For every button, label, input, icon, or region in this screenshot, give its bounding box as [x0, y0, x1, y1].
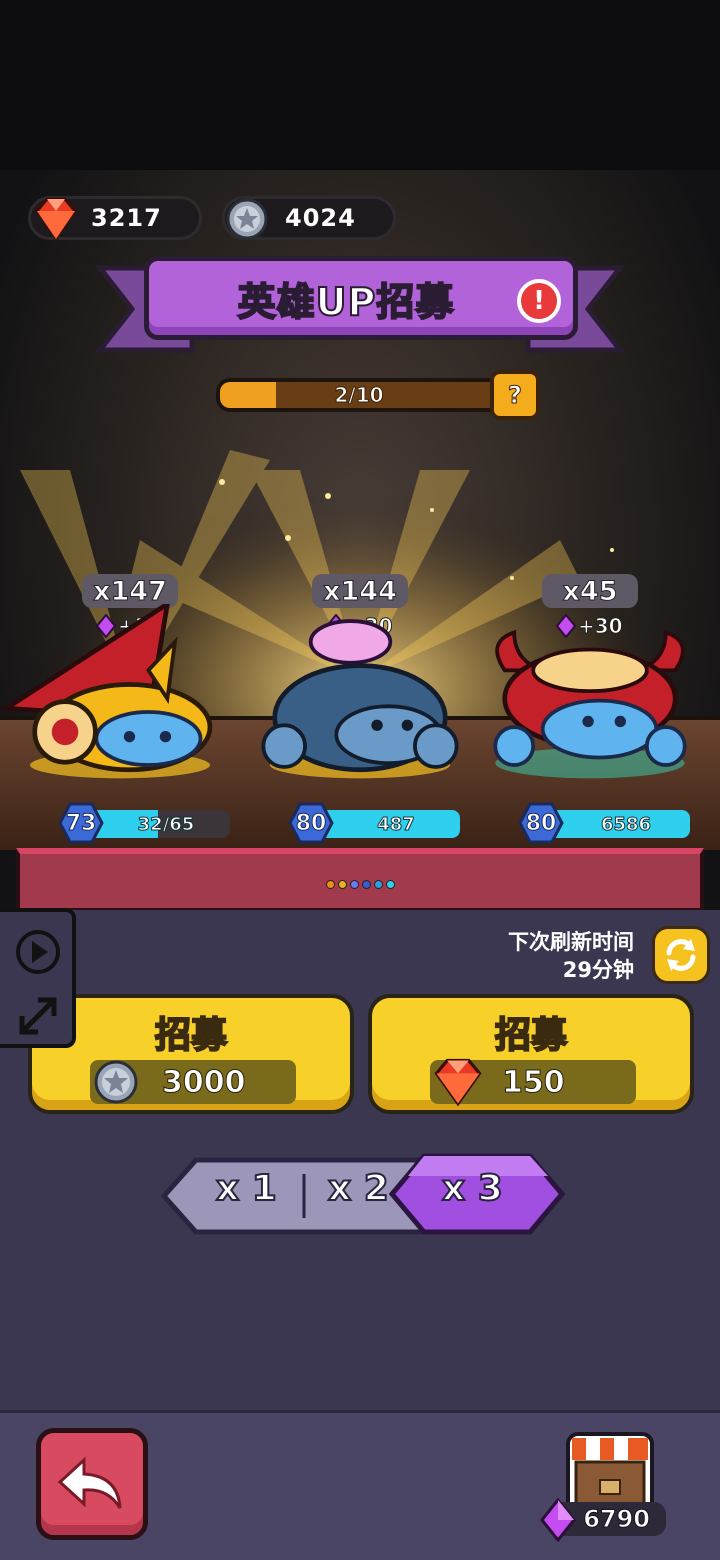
hero-count: x144: [312, 574, 408, 608]
page-dot[interactable]: [338, 880, 347, 889]
page-dot[interactable]: [326, 880, 335, 889]
recruit-cost: 3000: [90, 1060, 296, 1104]
refresh-icon: [666, 939, 696, 971]
hp-bar: 487: [318, 810, 460, 838]
hero-portrait-horned: [493, 629, 687, 779]
multiplier-x1[interactable]: x 1: [215, 1167, 278, 1210]
hero-portrait-knight: [0, 604, 213, 779]
refresh-button[interactable]: [652, 926, 710, 984]
recruit-label: 招募: [154, 1014, 228, 1057]
recruit-silver-button[interactable]: 招募 3000: [28, 994, 354, 1114]
level-badge: 80: [518, 802, 564, 844]
level-badge: 80: [288, 802, 334, 844]
ruby-gem-icon: [434, 1058, 482, 1107]
hero-up-recruit-banner: 英雄UP招募 !: [144, 256, 578, 340]
refresh-time: 29分钟: [562, 958, 634, 982]
refresh-label: 下次刷新时间: [508, 930, 634, 954]
question-icon: ?: [508, 381, 523, 410]
expand-icon[interactable]: [14, 992, 62, 1040]
alert-symbol: !: [533, 286, 545, 316]
multiplier-x3[interactable]: x 3: [441, 1167, 504, 1210]
recruit-cost: 150: [430, 1058, 636, 1107]
exclamation-icon[interactable]: !: [517, 279, 561, 323]
hp-bar-text: 32/65: [137, 813, 195, 835]
gem-balance-value: 6790: [583, 1505, 651, 1534]
hp-bar-text: 487: [377, 813, 416, 835]
hero-count: x45: [542, 574, 638, 608]
level-value: 80: [295, 810, 327, 836]
hp-bar-text: 6586: [600, 813, 652, 835]
recruit-progress-bar: 2/10: [216, 378, 502, 412]
recruit-label: 招募: [494, 1014, 568, 1057]
page-indicator-dots[interactable]: [326, 880, 395, 889]
silver-star-coin-icon: [94, 1060, 138, 1104]
recruit-cost-value: 3000: [162, 1064, 246, 1100]
hp-bar: 6586: [548, 810, 690, 838]
silver-amount: 4024: [285, 204, 356, 232]
back-arrow-icon: [57, 1456, 122, 1509]
page-dot[interactable]: [362, 880, 371, 889]
multiplier-x2[interactable]: x 2: [327, 1167, 390, 1210]
recruit-cost-value: 150: [502, 1064, 566, 1100]
hero-level-hp: 73 32/65: [58, 802, 232, 844]
level-value: 80: [525, 810, 557, 836]
silver-star-coin-icon: [226, 198, 268, 240]
banner-title: 英雄UP招募: [237, 279, 455, 325]
page-dot[interactable]: [350, 880, 359, 889]
hero-portrait-crowned: [261, 619, 459, 779]
page-dot[interactable]: [386, 880, 395, 889]
hero-level-hp: 80 487: [288, 802, 462, 844]
ruby-amount: 3217: [91, 204, 162, 232]
play-icon[interactable]: [14, 928, 62, 976]
level-value: 73: [65, 810, 97, 836]
ruby-currency: 3217: [28, 196, 202, 242]
recruit-ruby-button[interactable]: 招募 150: [368, 994, 694, 1114]
help-button[interactable]: ?: [490, 370, 540, 420]
hero-count: x147: [82, 574, 178, 608]
hero-level-hp: 80 6586: [518, 802, 692, 844]
ruby-gem-icon: [35, 197, 77, 242]
top-area: [0, 0, 720, 170]
silver-currency: 4024: [222, 196, 396, 240]
refresh-info: 下次刷新时间 29分钟: [508, 928, 634, 984]
purple-gem-icon: [540, 1498, 576, 1542]
multiplier-selector: x 1 x 2 x 3: [160, 1152, 566, 1236]
back-button[interactable]: [36, 1428, 148, 1540]
hp-bar: 32/65: [88, 810, 230, 838]
progress-text: 2/10: [334, 383, 384, 408]
level-badge: 73: [58, 802, 104, 844]
side-toolbar: [0, 908, 76, 1048]
page-dot[interactable]: [374, 880, 383, 889]
